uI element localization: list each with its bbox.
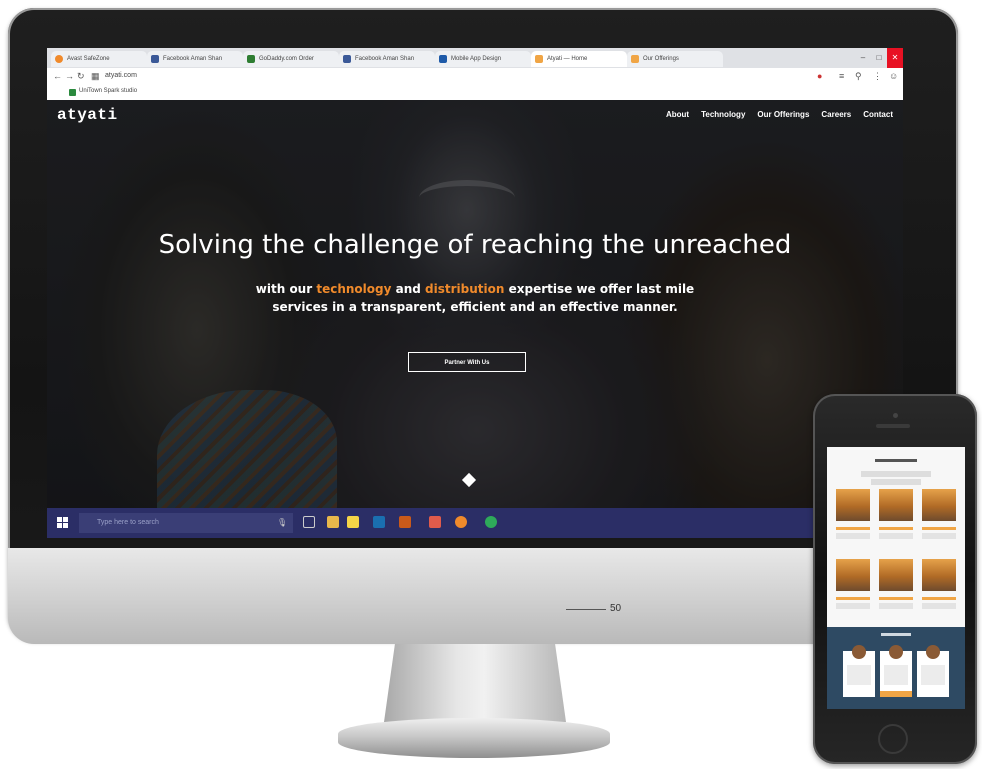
phone-page-subtitle (861, 471, 931, 477)
apps-icon[interactable]: ▦ (91, 71, 100, 82)
nav-contact[interactable]: Contact (863, 110, 893, 119)
phone-home-button (878, 724, 908, 754)
phone-offering-image (922, 489, 956, 521)
hero-section: atyati About Technology Our Offerings Ca… (47, 100, 903, 508)
phone-offering-caption (836, 527, 870, 530)
address-bar: ← → ↻ ▦ atyati.com ● ≡ ⚲ ⋮ ☺ (47, 68, 903, 87)
phone-testimonial-card (917, 645, 949, 697)
hero-headline: Solving the challenge of reaching the un… (158, 230, 792, 260)
phone-offering-caption (922, 597, 956, 600)
browser-tab[interactable]: GoDaddy.com Order (243, 51, 339, 67)
nav-about[interactable]: About (666, 110, 689, 119)
browser-icon[interactable] (455, 516, 467, 528)
app-icon[interactable] (429, 516, 441, 528)
avatar (926, 645, 940, 659)
phone-offering-image (922, 559, 956, 591)
browser-tab-bar: Avast SafeZone Facebook Aman Shan GoDadd… (47, 48, 903, 68)
nav-careers[interactable]: Careers (821, 110, 851, 119)
more-icon[interactable]: ⋮ (873, 71, 882, 82)
hero-subtitle: with our technology and distribution exp… (255, 282, 695, 314)
phone-camera (893, 413, 898, 418)
reload-icon[interactable]: ↻ (77, 71, 85, 82)
browser-tab[interactable]: Avast SafeZone (51, 51, 147, 67)
facebook-icon (151, 55, 159, 63)
avatar (889, 645, 903, 659)
search-icon[interactable]: ⚲ (855, 71, 862, 82)
extension-icon[interactable]: ● (817, 71, 822, 81)
browser-tab-active[interactable]: Atyati — Home (531, 51, 627, 67)
back-icon[interactable]: ← (53, 71, 62, 81)
illustrator-icon[interactable] (399, 516, 411, 528)
window-controls: – □ ✕ (855, 48, 903, 68)
phone-offering-image (836, 559, 870, 591)
chrome-icon[interactable] (485, 516, 497, 528)
monitor-screen: Avast SafeZone Facebook Aman Shan GoDadd… (47, 48, 903, 538)
windows-taskbar: Type here to search 🎙 ^ ⌂ (47, 508, 903, 538)
phone-page-subtitle (871, 479, 921, 485)
monitor-stand-base (338, 718, 610, 758)
atyati-favicon-icon (631, 55, 639, 63)
phone-page-title (875, 459, 917, 462)
site-nav: About Technology Our Offerings Careers C… (666, 110, 893, 119)
sticky-notes-icon[interactable] (347, 516, 359, 528)
phone-offering-text (879, 533, 913, 539)
phone-speaker (876, 424, 910, 428)
taskbar-search-input[interactable]: Type here to search (79, 513, 293, 533)
phone-testimonial-card (880, 645, 912, 697)
profile-icon[interactable]: ☺ (889, 71, 898, 81)
godaddy-icon (247, 55, 255, 63)
atyati-favicon-icon (535, 55, 543, 63)
microphone-icon[interactable]: 🎙 (277, 518, 287, 527)
bookmarks-bar: UniTown Spark studio (47, 86, 903, 101)
browser-tab[interactable]: Mobile App Design (435, 51, 531, 67)
browser-tab[interactable]: Facebook Aman Shan (339, 51, 435, 67)
browser-tab[interactable]: Facebook Aman Shan (147, 51, 243, 67)
task-view-icon[interactable] (303, 516, 315, 528)
site-logo[interactable]: atyati (57, 106, 118, 124)
file-explorer-icon[interactable] (327, 516, 339, 528)
phone-offering-image (879, 559, 913, 591)
phone-offering-text (836, 533, 870, 539)
highlight-technology: technology (316, 282, 392, 296)
nav-offerings[interactable]: Our Offerings (757, 110, 809, 119)
facebook-icon (343, 55, 351, 63)
highlight-distribution: distribution (425, 282, 505, 296)
phone-offering-caption (922, 527, 956, 530)
phone-offering-text (922, 533, 956, 539)
browser-tab[interactable]: Our Offerings (627, 51, 723, 67)
windows-start-icon[interactable] (57, 517, 68, 528)
partner-button[interactable]: Partner With Us (408, 352, 526, 372)
phone-offering-text (922, 603, 956, 609)
maximize-icon[interactable]: □ (871, 48, 887, 68)
phone-offering-caption (836, 597, 870, 600)
nav-technology[interactable]: Technology (701, 110, 745, 119)
page-number-rule (566, 609, 606, 610)
close-icon[interactable]: ✕ (887, 48, 903, 68)
phone-testimonial-card (843, 645, 875, 697)
url-field[interactable]: atyati.com (105, 72, 137, 79)
avast-icon (55, 55, 63, 63)
phone-screen (827, 447, 965, 709)
monitor-stand (384, 644, 566, 722)
page-number: 50 (610, 603, 622, 614)
phone-offering-caption (879, 597, 913, 600)
avatar (852, 645, 866, 659)
phone-band-title (881, 633, 911, 636)
phone-offering-caption (879, 527, 913, 530)
minimize-icon[interactable]: – (855, 48, 871, 68)
linkedin-icon (439, 55, 447, 63)
menu-icon[interactable]: ≡ (839, 71, 844, 81)
phone-offering-text (836, 603, 870, 609)
bookmark-item[interactable]: UniTown Spark studio (69, 88, 137, 96)
phone-offering-image (836, 489, 870, 521)
phone-offering-image (879, 489, 913, 521)
phone-offering-text (879, 603, 913, 609)
forward-icon[interactable]: → (65, 71, 74, 81)
photoshop-icon[interactable] (373, 516, 385, 528)
